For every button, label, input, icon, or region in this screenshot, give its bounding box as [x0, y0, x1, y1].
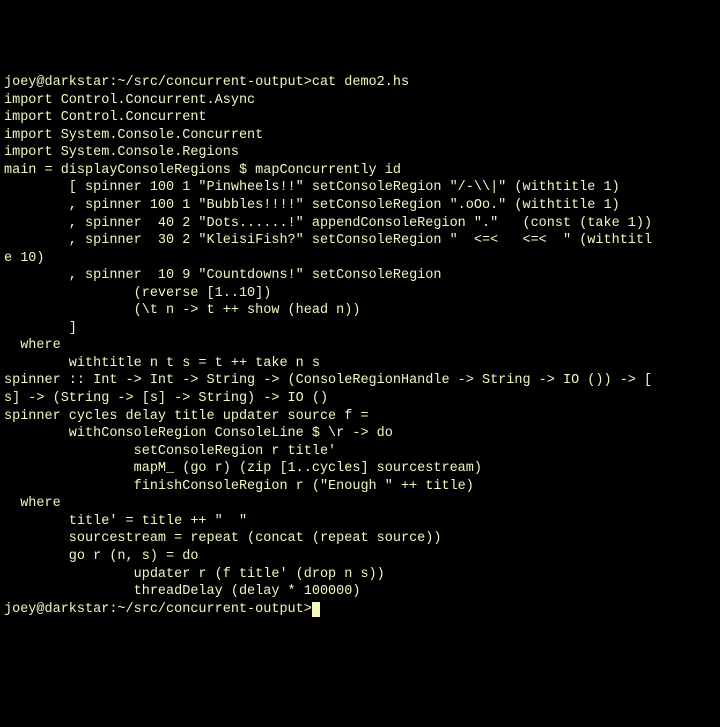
terminal-line: import Control.Concurrent	[4, 109, 716, 127]
terminal-output[interactable]: joey@darkstar:~/src/concurrent-output>ca…	[4, 74, 716, 618]
terminal-line: withConsoleRegion ConsoleLine $ \r -> do	[4, 425, 716, 443]
terminal-line: (\t n -> t ++ show (head n))	[4, 302, 716, 320]
terminal-line: import Control.Concurrent.Async	[4, 92, 716, 110]
terminal-line: threadDelay (delay * 100000)	[4, 583, 716, 601]
terminal-line: [ spinner 100 1 "Pinwheels!!" setConsole…	[4, 179, 716, 197]
shell-prompt[interactable]: joey@darkstar:~/src/concurrent-output>	[4, 602, 320, 617]
terminal-line: title' = title ++ " "	[4, 513, 716, 531]
terminal-line: setConsoleRegion r title'	[4, 443, 716, 461]
terminal-line: where	[4, 495, 716, 513]
terminal-line: s] -> (String -> [s] -> String) -> IO ()	[4, 390, 716, 408]
terminal-line: e 10)	[4, 250, 716, 268]
terminal-line: where	[4, 337, 716, 355]
terminal-line: ]	[4, 320, 716, 338]
terminal-line: mapM_ (go r) (zip [1..cycles] sourcestre…	[4, 460, 716, 478]
terminal-line: updater r (f title' (drop n s))	[4, 566, 716, 584]
terminal-line: import System.Console.Concurrent	[4, 127, 716, 145]
terminal-line: main = displayConsoleRegions $ mapConcur…	[4, 162, 716, 180]
cursor-icon	[312, 602, 320, 617]
terminal-line: (reverse [1..10])	[4, 285, 716, 303]
terminal-line: , spinner 100 1 "Bubbles!!!!" setConsole…	[4, 197, 716, 215]
terminal-line: spinner cycles delay title updater sourc…	[4, 408, 716, 426]
terminal-line: spinner :: Int -> Int -> String -> (Cons…	[4, 372, 716, 390]
terminal-line: import System.Console.Regions	[4, 144, 716, 162]
terminal-line: , spinner 10 9 "Countdowns!" setConsoleR…	[4, 267, 716, 285]
terminal-line: joey@darkstar:~/src/concurrent-output>ca…	[4, 74, 716, 92]
terminal-line: , spinner 40 2 "Dots......!" appendConso…	[4, 215, 716, 233]
terminal-line: sourcestream = repeat (concat (repeat so…	[4, 530, 716, 548]
terminal-line: withtitle n t s = t ++ take n s	[4, 355, 716, 373]
terminal-line: go r (n, s) = do	[4, 548, 716, 566]
prompt-text: joey@darkstar:~/src/concurrent-output>	[4, 602, 312, 617]
terminal-line: finishConsoleRegion r ("Enough " ++ titl…	[4, 478, 716, 496]
terminal-line: , spinner 30 2 "KleisiFish?" setConsoleR…	[4, 232, 716, 250]
